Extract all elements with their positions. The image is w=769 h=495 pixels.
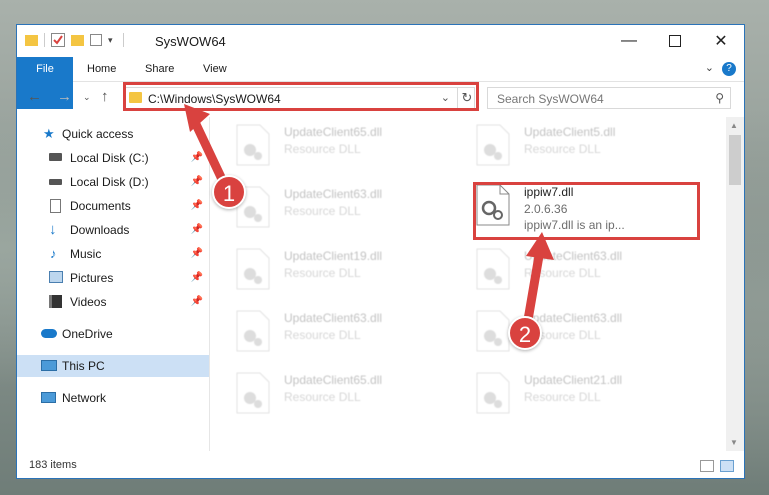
item-count: 183 items [29, 459, 77, 471]
chevron-down-icon[interactable]: ▾ [108, 35, 113, 46]
new-folder-icon[interactable] [71, 34, 84, 46]
tab-view[interactable]: View [203, 57, 227, 81]
sidebar-item-this-pc[interactable]: This PC [17, 355, 209, 377]
recent-locations-chevron-icon[interactable]: ⌄ [83, 92, 91, 103]
toolbar-separator [122, 33, 124, 47]
search-box[interactable]: Search SysWOW64 ⚲ [487, 87, 731, 109]
tab-home[interactable]: Home [87, 57, 116, 81]
ribbon-tabs: File Home Share View ⌄ ? [17, 57, 744, 109]
list-item[interactable]: UpdateClient5.dll Resource DLL [476, 121, 716, 173]
file-list: UpdateClient65.dll Resource DLL UpdateCl… [210, 117, 726, 451]
toolbar-separator [44, 33, 45, 47]
sidebar-item-videos[interactable]: Videos 📌 [17, 291, 209, 313]
status-bar: 183 items [17, 455, 744, 478]
list-item[interactable]: UpdateClient19.dll Resource DLL [236, 245, 476, 297]
pin-icon[interactable]: 📌 [191, 219, 203, 241]
download-icon: ↓ [49, 221, 57, 238]
dll-file-icon [476, 310, 510, 352]
chevron-down-icon[interactable]: ⌄ [705, 61, 714, 74]
up-arrow-icon[interactable]: ↑ [101, 88, 109, 105]
dll-file-icon [476, 248, 510, 290]
sidebar-item-onedrive[interactable]: OneDrive [17, 323, 209, 345]
close-icon: ✕ [714, 33, 728, 50]
pin-icon[interactable]: 📌 [191, 267, 203, 289]
vertical-scrollbar[interactable]: ▲ ▼ [726, 117, 744, 451]
pictures-icon [49, 271, 63, 283]
dll-file-icon [236, 248, 270, 290]
search-input[interactable]: Search SysWOW64 [497, 92, 604, 106]
cloud-icon [41, 329, 57, 338]
scrollbar-thumb[interactable] [729, 135, 741, 185]
quick-access-toolbar: ▾ [25, 33, 124, 47]
dll-file-icon [236, 310, 270, 352]
properties-icon[interactable] [51, 33, 65, 47]
close-button[interactable]: ✕ [698, 25, 744, 57]
minimize-icon: — [621, 32, 637, 49]
drive-icon [49, 153, 62, 161]
customize-toolbar-icon[interactable] [90, 34, 102, 46]
list-item[interactable]: UpdateClient65.dll Resource DLL [236, 121, 476, 173]
star-icon: ★ [43, 126, 55, 141]
address-highlight-box [123, 82, 479, 111]
maximize-button[interactable] [652, 25, 698, 57]
step-badge-2: 2 [508, 316, 542, 350]
forward-arrow-icon[interactable]: → [57, 88, 72, 105]
folder-icon[interactable] [25, 34, 38, 46]
minimize-button[interactable]: — [606, 25, 652, 57]
help-icon[interactable]: ? [722, 62, 736, 76]
network-icon [41, 392, 56, 403]
maximize-icon [669, 35, 681, 47]
back-arrow-icon[interactable]: ← [27, 88, 42, 105]
scroll-down-icon[interactable]: ▼ [730, 438, 738, 447]
scroll-up-icon[interactable]: ▲ [730, 121, 738, 130]
list-item[interactable]: UpdateClient21.dll Resource DLL [476, 369, 716, 421]
window-title: SysWOW64 [155, 34, 226, 49]
sidebar-item-pictures[interactable]: Pictures 📌 [17, 267, 209, 289]
dll-file-icon [236, 372, 270, 414]
dll-file-icon [236, 124, 270, 166]
sidebar-item-downloads[interactable]: ↓ Downloads 📌 [17, 219, 209, 241]
file-explorer-window: ▾ SysWOW64 — ✕ File Home Share View ⌄ ? … [16, 24, 745, 479]
tab-share[interactable]: Share [145, 57, 174, 81]
drive-icon [49, 179, 62, 185]
list-item[interactable]: UpdateClient63.dll Resource DLL [236, 183, 476, 235]
pin-icon[interactable]: 📌 [191, 243, 203, 265]
title-bar: ▾ SysWOW64 — ✕ [17, 25, 744, 57]
music-icon: ♪ [50, 246, 57, 261]
step-badge-1: 1 [212, 175, 246, 209]
list-item[interactable]: UpdateClient63.dll Resource DLL [236, 307, 476, 359]
videos-icon [49, 295, 62, 308]
large-icons-view-icon[interactable] [720, 460, 734, 472]
dll-file-icon [476, 124, 510, 166]
dll-file-icon [476, 372, 510, 414]
search-icon: ⚲ [715, 91, 724, 105]
documents-icon [50, 199, 61, 213]
sidebar-item-network[interactable]: Network [17, 387, 209, 409]
annotation-arrow-2 [523, 232, 554, 325]
computer-icon [41, 360, 57, 371]
pin-icon[interactable]: 📌 [191, 291, 203, 313]
details-view-icon[interactable] [700, 460, 714, 472]
sidebar-item-music[interactable]: ♪ Music 📌 [17, 243, 209, 265]
list-item[interactable]: UpdateClient65.dll Resource DLL [236, 369, 476, 421]
